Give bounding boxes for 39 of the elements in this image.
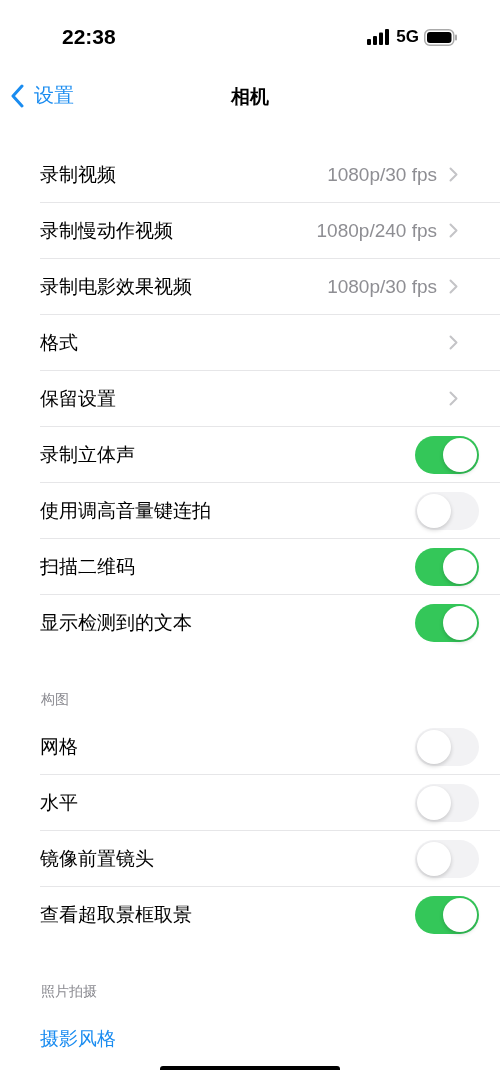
page-title: 相机	[231, 84, 269, 109]
toggle-switch[interactable]	[415, 727, 479, 766]
toggle-switch[interactable]	[415, 491, 479, 530]
toggle-switch[interactable]	[415, 604, 479, 642]
toggle-switch[interactable]	[415, 435, 479, 474]
toggle-switch[interactable]	[415, 839, 479, 878]
setting-label: 使用调高音量键连拍	[40, 497, 212, 523]
setting-label: 录制立体声	[40, 441, 136, 467]
action-link[interactable]: 摄影风格	[40, 1026, 116, 1052]
toggle-switch[interactable]	[415, 783, 479, 822]
signal-icon	[367, 29, 392, 45]
setting-label: 录制慢动作视频	[40, 217, 174, 243]
setting-label: 查看超取景框取景	[40, 902, 193, 927]
setting-label: 水平	[40, 789, 79, 815]
chevron-right-icon[interactable]	[449, 223, 458, 238]
chevron-right-icon[interactable]	[449, 335, 458, 350]
network-label: 5G	[396, 27, 419, 47]
chevron-right-icon[interactable]	[449, 391, 458, 406]
setting-label: 格式	[40, 329, 79, 355]
toggle-switch[interactable]	[415, 896, 479, 934]
chevron-right-icon[interactable]	[449, 167, 458, 182]
status-time: 22:38	[62, 25, 116, 49]
setting-value: 1080p/30 fps	[327, 163, 437, 186]
toggle-switch[interactable]	[415, 547, 479, 586]
chevron-right-icon[interactable]	[449, 279, 458, 294]
section-header: 构图	[40, 690, 70, 709]
setting-label: 镜像前置镜头	[40, 845, 155, 871]
setting-label: 保留设置	[40, 385, 117, 411]
setting-label: 扫描二维码	[40, 553, 136, 579]
setting-value: 1080p/30 fps	[327, 275, 437, 298]
setting-label: 显示检测到的文本	[40, 610, 193, 635]
setting-label: 录制视频	[40, 161, 117, 187]
chevron-left-icon	[10, 83, 24, 108]
setting-label: 录制电影效果视频	[40, 273, 193, 299]
back-button[interactable]: 设置	[10, 82, 74, 109]
setting-label: 网格	[40, 733, 79, 759]
battery-icon	[424, 28, 458, 46]
section-header: 照片拍摄	[40, 982, 98, 1001]
setting-value: 1080p/240 fps	[316, 219, 437, 242]
